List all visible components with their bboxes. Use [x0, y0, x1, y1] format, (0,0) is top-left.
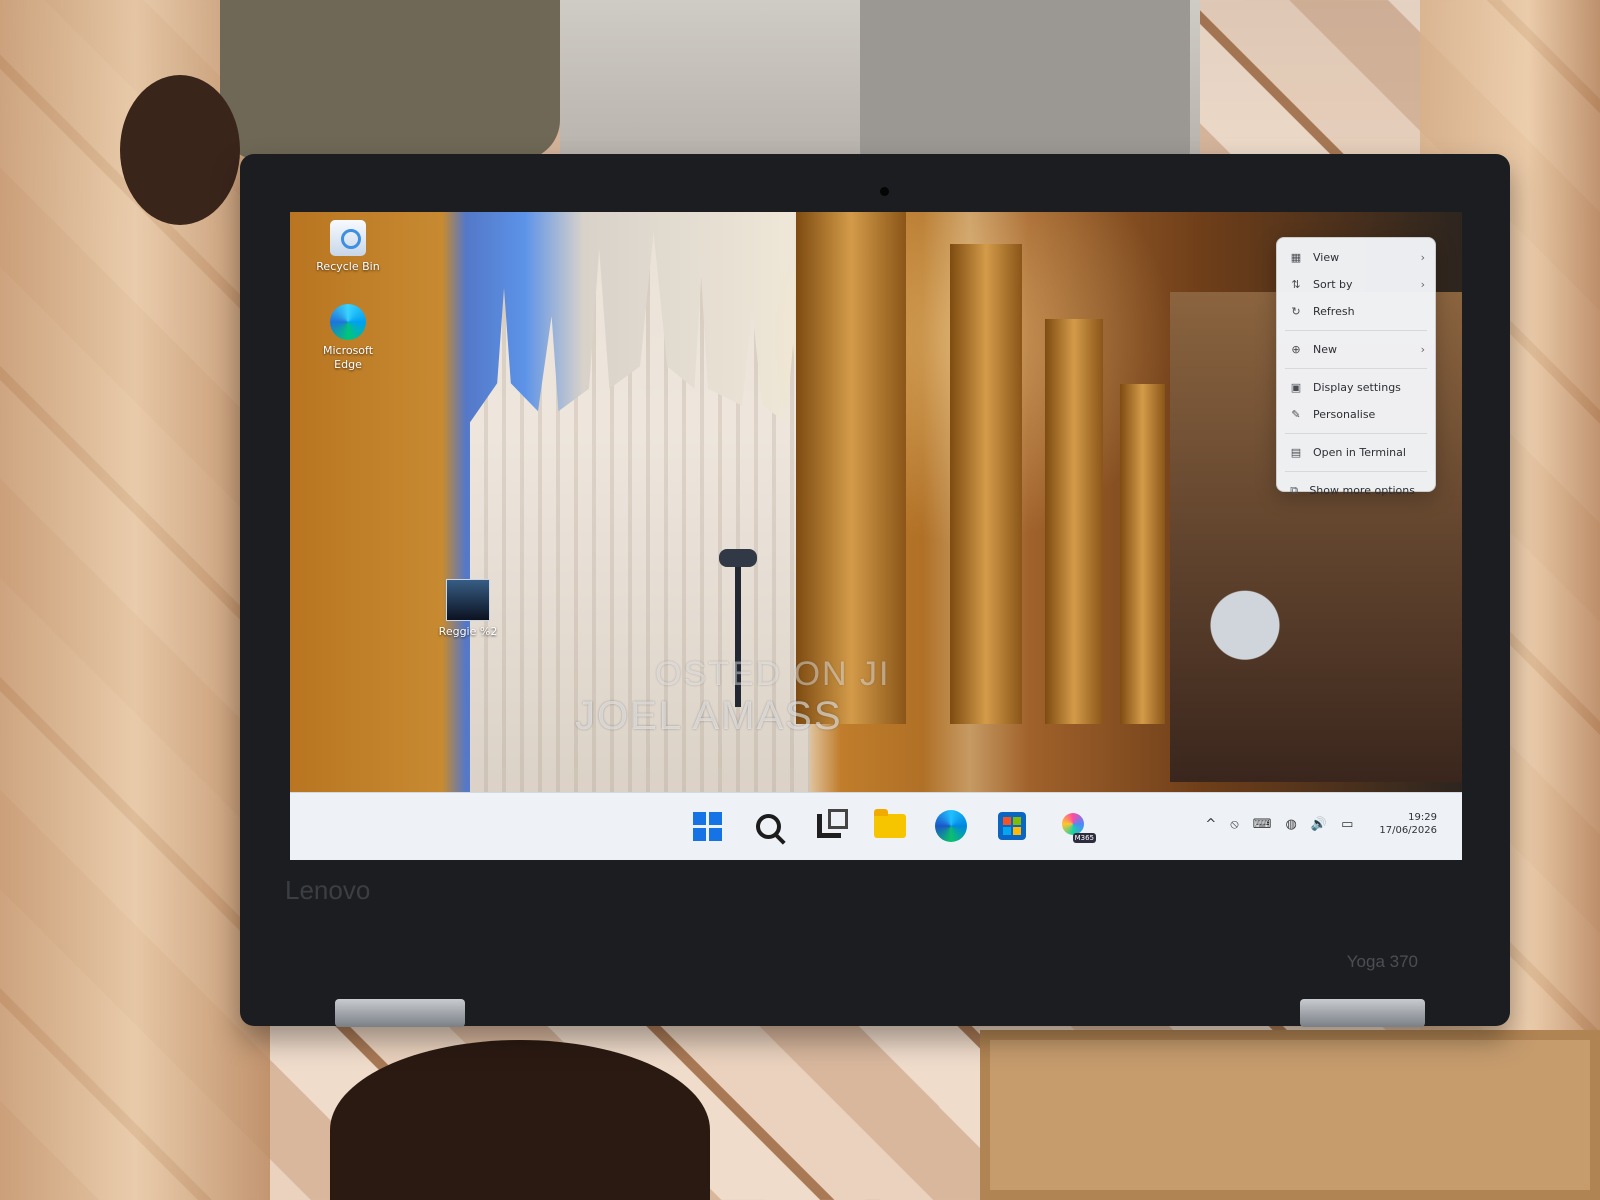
- desktop-context-menu: ▦ View › ⇅ Sort by › ↻ Refresh ⊕ New › ▣ Display…: [1276, 237, 1436, 497]
- menu-item-open-terminal[interactable]: ▤ Open in Terminal: [1277, 439, 1435, 466]
- search-button[interactable]: [751, 809, 785, 843]
- terminal-icon: ▤: [1290, 446, 1302, 459]
- menu-separator: [1285, 330, 1427, 331]
- edge-button[interactable]: [934, 809, 968, 843]
- sofa: [860, 0, 1190, 170]
- menu-separator: [1285, 368, 1427, 369]
- watermark-line-1: OSTED ON JI: [655, 655, 891, 693]
- column: [796, 212, 906, 724]
- menu-separator: [1285, 471, 1427, 472]
- network-icon[interactable]: ◍: [1286, 817, 1297, 832]
- image-file-icon: [446, 579, 490, 621]
- battery-icon[interactable]: ▭: [1341, 817, 1353, 832]
- recycle-bin-icon: [330, 220, 366, 256]
- taskbar-apps: M365: [690, 809, 1096, 843]
- file-explorer-button[interactable]: [873, 809, 907, 843]
- view-icon: ▦: [1290, 251, 1302, 264]
- new-icon: ⊕: [1291, 343, 1301, 356]
- menu-item-view[interactable]: ▦ View ›: [1277, 244, 1435, 271]
- system-tray: ^ ⦸ ⌨ ◍ 🔊 ▭ 19:29 17/06/2026: [1205, 811, 1437, 837]
- laptop: Recycle Bin Microsoft Edge Reggie %2 ▦ Vi…: [240, 154, 1510, 1027]
- model-text: Yoga 370: [1346, 952, 1418, 971]
- column: [950, 244, 1022, 724]
- sort-icon: ⇅: [1291, 278, 1301, 291]
- m365-badge: M365: [1072, 833, 1096, 843]
- menu-item-new[interactable]: ⊕ New ›: [1277, 336, 1435, 363]
- task-view-icon: [817, 809, 848, 838]
- menu-item-sort-by[interactable]: ⇅ Sort by ›: [1277, 271, 1435, 298]
- taskbar: M365 ^ ⦸ ⌨ ◍ 🔊 ▭ 19:29 17/06/2026: [290, 792, 1462, 860]
- image-file-label: Reggie %2: [438, 625, 498, 638]
- edge-shortcut[interactable]: Microsoft Edge: [310, 304, 386, 372]
- folder-icon: [874, 809, 906, 838]
- display-icon: ▣: [1290, 381, 1302, 394]
- column: [1045, 319, 1103, 724]
- keyboard-icon[interactable]: ⌨: [1253, 817, 1272, 832]
- m365-icon: M365: [1056, 811, 1096, 843]
- camera-dot: [880, 187, 889, 196]
- edge-label: Microsoft Edge: [322, 344, 374, 371]
- chevron-up-icon[interactable]: ^: [1205, 817, 1216, 832]
- menu-item-show-more-options[interactable]: ⧉ Show more options: [1277, 477, 1435, 504]
- start-button[interactable]: [690, 809, 724, 843]
- personalise-icon: ✎: [1291, 408, 1301, 421]
- search-icon: [755, 813, 781, 839]
- notification-icon[interactable]: ⦸: [1230, 817, 1238, 832]
- menu-separator: [1285, 433, 1427, 434]
- image-file-shortcut[interactable]: Reggie %2: [430, 579, 506, 639]
- clock-time: 19:29: [1408, 812, 1437, 823]
- refresh-icon: ↻: [1291, 305, 1301, 318]
- chevron-right-icon: ›: [1420, 343, 1425, 356]
- desk: [980, 1030, 1600, 1200]
- watermark: OSTED ON JI JOEL AMASS: [575, 655, 890, 739]
- watermark-line-2: JOEL AMASS: [575, 694, 843, 738]
- person-shirt: [220, 0, 560, 160]
- volume-icon[interactable]: 🔊: [1311, 817, 1327, 832]
- person-hand-top: [120, 75, 240, 225]
- edge-icon: [935, 810, 967, 842]
- person-hand-bottom: [330, 1040, 710, 1200]
- more-options-icon: ⧉: [1290, 483, 1299, 497]
- clock[interactable]: 19:29 17/06/2026: [1379, 811, 1437, 837]
- store-button[interactable]: [995, 809, 1029, 843]
- clock-date: 17/06/2026: [1379, 825, 1437, 836]
- menu-item-display-settings[interactable]: ▣ Display settings: [1277, 374, 1435, 401]
- recycle-bin-label: Recycle Bin: [316, 260, 380, 273]
- store-icon: [998, 812, 1026, 840]
- edge-icon: [330, 304, 366, 340]
- column: [1120, 384, 1165, 724]
- recycle-bin-shortcut[interactable]: Recycle Bin: [310, 220, 386, 274]
- windows-icon: [692, 811, 722, 841]
- menu-item-refresh[interactable]: ↻ Refresh: [1277, 298, 1435, 325]
- hinge-right: [1300, 999, 1425, 1027]
- m365-button[interactable]: M365: [1056, 809, 1096, 843]
- chevron-right-icon: ›: [1420, 251, 1425, 264]
- hinge-left: [335, 999, 465, 1027]
- menu-item-personalise[interactable]: ✎ Personalise: [1277, 401, 1435, 428]
- laptop-screen: Recycle Bin Microsoft Edge Reggie %2 ▦ Vi…: [290, 212, 1462, 860]
- chevron-right-icon: ›: [1420, 278, 1425, 291]
- brand-text: Lenovo: [285, 875, 371, 905]
- task-view-button[interactable]: [812, 809, 848, 843]
